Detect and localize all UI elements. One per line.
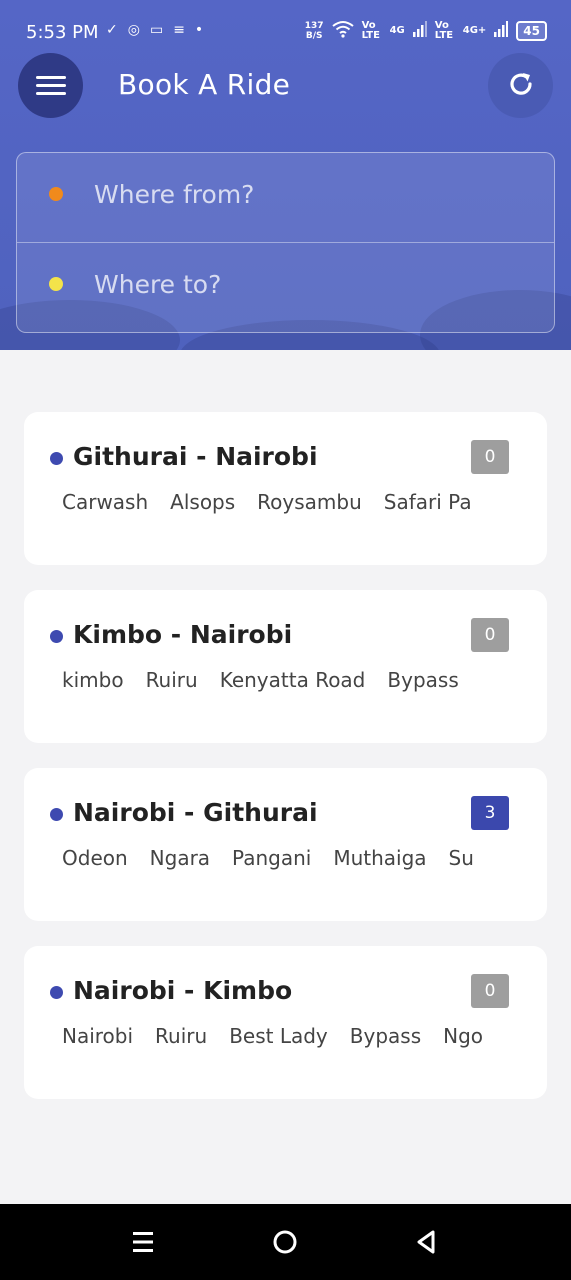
stop-item: Bypass	[387, 668, 459, 692]
route-title: Nairobi - Githurai	[73, 798, 318, 827]
stop-item: Bypass	[349, 1024, 422, 1048]
net-speed-value: 137	[304, 20, 324, 31]
stop-item: Muthaiga	[333, 846, 427, 870]
route-count-badge: 0	[471, 974, 509, 1008]
route-count-badge: 0	[471, 440, 509, 474]
stop-item: Safari Pa	[383, 490, 472, 514]
sim1-tech: Vo LTE	[361, 19, 380, 41]
net-speed-unit: B/S	[305, 30, 323, 41]
route-dot-icon	[50, 808, 63, 821]
stop-item: Carwash	[62, 490, 149, 514]
hamburger-menu-icon	[35, 71, 66, 100]
stop-item: Best Lady	[229, 1024, 328, 1048]
to-dot-icon	[49, 277, 63, 291]
stops-list[interactable]: Carwash Alsops Roysambu Safari Pa	[62, 490, 510, 520]
sim1-gen: 4G	[389, 25, 405, 36]
route-card[interactable]: Kimbo - Nairobi 0 kimbo Ruiru Kenyatta Roa…	[24, 590, 547, 743]
stop-item: Ruiru	[155, 1024, 208, 1048]
stop-item: Odeon	[62, 846, 128, 870]
route-count-badge: 3	[471, 796, 509, 830]
sim2-tech: Vo LTE	[434, 19, 454, 41]
stop-item: kimbo	[62, 668, 124, 692]
menu-button[interactable]	[18, 53, 83, 118]
to-input[interactable]	[94, 261, 534, 307]
stop-item: Roysambu	[257, 490, 362, 514]
stop-item: Kenyatta Road	[219, 668, 366, 692]
home-icon	[273, 1230, 297, 1254]
stop-item: Su	[448, 846, 474, 870]
from-dot-icon	[49, 187, 63, 201]
route-dot-icon	[50, 630, 63, 643]
back-icon	[417, 1230, 435, 1254]
sim2-gen: 4G+	[462, 25, 487, 36]
check-circle-icon: ✓	[106, 22, 118, 38]
to-row	[17, 243, 554, 333]
system-icons: 137 B/S Vo LTE 4G Vo LTE 4G+ 45	[305, 20, 547, 41]
route-card[interactable]: Nairobi - Kimbo 0 Nairobi Ruiru Best Lady B…	[24, 946, 547, 1099]
app-header: 5:53 PM ✓ ◎ ▭ ≡ • 137 B/S Vo LTE 4G Vo L…	[0, 0, 571, 350]
stops-list[interactable]: Odeon Ngara Pangani Muthaiga Su	[62, 846, 510, 876]
signal-icon	[494, 21, 509, 40]
net-speed: 137 B/S	[305, 21, 324, 41]
route-search-panel	[16, 152, 555, 333]
route-dot-icon	[50, 986, 63, 999]
route-card[interactable]: Nairobi - Githurai 3 Odeon Ngara Pangani Mu…	[24, 768, 547, 921]
stop-item: Nairobi	[62, 1024, 134, 1048]
stop-item: Alsops	[170, 490, 236, 514]
page-title: Book A Ride	[118, 68, 291, 101]
status-time: 5:53 PM	[26, 22, 99, 43]
menu-lines-icon: ≡	[173, 22, 185, 38]
route-count-badge: 0	[471, 618, 509, 652]
dot-icon: •	[194, 22, 204, 38]
stops-list[interactable]: kimbo Ruiru Kenyatta Road Bypass	[62, 668, 510, 698]
stop-item: Ngo	[443, 1024, 484, 1048]
battery-icon: 45	[516, 20, 547, 41]
route-title: Githurai - Nairobi	[73, 442, 318, 471]
stop-item: Pangani	[232, 846, 312, 870]
from-input[interactable]	[94, 171, 534, 217]
status-bar: 5:53 PM ✓ ◎ ▭ ≡ • 137 B/S Vo LTE 4G Vo L…	[0, 0, 571, 64]
route-title: Kimbo - Nairobi	[73, 620, 293, 649]
back-button[interactable]	[410, 1226, 442, 1258]
route-card[interactable]: Githurai - Nairobi 0 Carwash Alsops Roysam…	[24, 412, 547, 565]
stops-list[interactable]: Nairobi Ruiru Best Lady Bypass Ngo	[62, 1024, 510, 1054]
recents-button[interactable]	[127, 1226, 159, 1258]
signal-icon	[412, 21, 427, 40]
home-button[interactable]	[269, 1226, 301, 1258]
notification-icons: ✓ ◎ ▭ ≡ •	[106, 22, 203, 38]
refresh-button[interactable]	[488, 53, 553, 118]
from-row	[17, 153, 554, 243]
route-dot-icon	[50, 452, 63, 465]
system-nav-bar	[0, 1204, 571, 1280]
stop-item: Ruiru	[145, 668, 198, 692]
recents-icon	[133, 1232, 153, 1252]
video-icon: ▭	[149, 22, 164, 38]
wifi-icon	[331, 20, 354, 41]
instagram-icon: ◎	[127, 22, 140, 38]
refresh-icon	[506, 69, 536, 103]
route-title: Nairobi - Kimbo	[73, 976, 293, 1005]
stop-item: Ngara	[149, 846, 211, 870]
